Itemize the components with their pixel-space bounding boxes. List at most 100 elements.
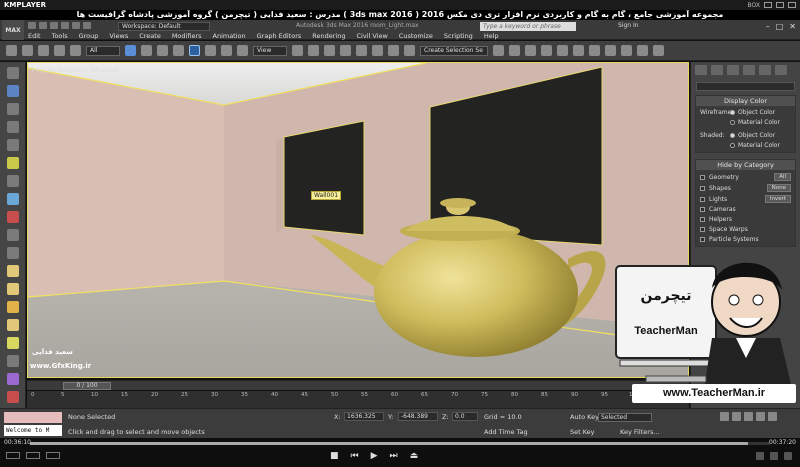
- y-coordinate-field[interactable]: -648.389: [398, 412, 438, 421]
- search-input[interactable]: Type a keyword or phrase: [480, 22, 576, 31]
- sign-in-link[interactable]: Sign In: [618, 22, 639, 29]
- volume-icon[interactable]: [756, 452, 764, 460]
- helpers-icon[interactable]: [6, 283, 19, 295]
- close-icon[interactable]: ✕: [789, 22, 796, 31]
- rectangular-selection-icon[interactable]: [157, 45, 168, 56]
- edit-named-selection-icon[interactable]: [404, 45, 415, 56]
- menu-views[interactable]: Views: [109, 32, 128, 40]
- go-to-end-icon[interactable]: [768, 412, 777, 421]
- menu-create[interactable]: Create: [139, 32, 161, 40]
- menu-modifiers[interactable]: Modifiers: [172, 32, 202, 40]
- wireframe-option-1[interactable]: Wireframe: Object Color: [700, 109, 791, 116]
- track-bar[interactable]: 0 5 10 15 20 25 30 35 40 45 50 55 60 65 …: [27, 391, 689, 408]
- redo-arrow-icon[interactable]: [22, 45, 33, 56]
- eject-icon[interactable]: ⏏: [410, 451, 419, 461]
- category-shapes[interactable]: Shapes None: [700, 184, 791, 192]
- rendered-frame-window-icon[interactable]: [621, 45, 632, 56]
- next-frame-icon[interactable]: [756, 412, 765, 421]
- perspective-viewport[interactable]: [+] [Perspective] [Shaded] Wall001: [27, 62, 689, 378]
- motion-tab-icon[interactable]: [743, 65, 755, 75]
- graphite-ribbon-icon[interactable]: [541, 45, 552, 56]
- curve-editor-icon[interactable]: [557, 45, 568, 56]
- layer-explorer-icon[interactable]: [525, 45, 536, 56]
- play-icon[interactable]: ▶: [371, 451, 378, 461]
- snaps-toggle-icon[interactable]: [340, 45, 351, 56]
- menu-tools[interactable]: Tools: [52, 32, 68, 40]
- maximize-icon[interactable]: [776, 2, 784, 8]
- bones-icon[interactable]: [6, 319, 19, 331]
- radio-icon[interactable]: [730, 133, 735, 138]
- pivot-center-icon[interactable]: [292, 45, 303, 56]
- hide-by-category-title[interactable]: Hide by Category: [696, 160, 795, 170]
- reference-coordinate-dropdown[interactable]: View: [253, 45, 287, 56]
- unlink-icon[interactable]: [54, 45, 65, 56]
- containers-icon[interactable]: [6, 391, 19, 403]
- select-filter-icon[interactable]: [6, 85, 19, 97]
- geometry-icon[interactable]: [6, 193, 19, 205]
- shapes-icon[interactable]: [6, 265, 19, 277]
- z-coordinate-field[interactable]: 0.0: [452, 412, 478, 421]
- select-by-name-icon[interactable]: [141, 45, 152, 56]
- checkbox[interactable]: [700, 217, 705, 222]
- cameras-icon[interactable]: [6, 211, 19, 223]
- hierarchy-tab-icon[interactable]: [727, 65, 739, 75]
- 3d-icon[interactable]: [46, 452, 60, 459]
- hide-icon[interactable]: [6, 247, 19, 259]
- shaded-option-1[interactable]: Shaded: Object Color: [700, 132, 791, 139]
- material-editor-icon[interactable]: [589, 45, 600, 56]
- fullscreen-icon[interactable]: [770, 452, 778, 460]
- checkbox[interactable]: [700, 207, 705, 212]
- wireframe-option-2[interactable]: Material Color: [700, 119, 791, 126]
- close-icon[interactable]: [788, 2, 796, 8]
- time-slider-track[interactable]: 0 / 100: [27, 380, 689, 390]
- checkbox[interactable]: [700, 196, 705, 202]
- display-influences-icon[interactable]: [6, 139, 19, 151]
- radio-icon[interactable]: [730, 120, 735, 125]
- menu-edit[interactable]: Edit: [28, 32, 41, 40]
- select-and-place-icon[interactable]: [237, 45, 248, 56]
- select-manipulate-icon[interactable]: [308, 45, 319, 56]
- menu-help[interactable]: Help: [484, 32, 499, 40]
- redo-icon[interactable]: [72, 22, 80, 29]
- mirror-icon[interactable]: [493, 45, 504, 56]
- previous-frame-icon[interactable]: [732, 412, 741, 421]
- display-color-title[interactable]: Display Color: [696, 96, 795, 106]
- set-key-button[interactable]: Set Key: [570, 428, 595, 436]
- scene-explorer-icon[interactable]: [6, 67, 19, 79]
- lights-icon[interactable]: [6, 157, 19, 169]
- undo-arrow-icon[interactable]: [6, 45, 17, 56]
- maxscript-listener[interactable]: [4, 412, 62, 423]
- modify-tab-icon[interactable]: [711, 65, 723, 75]
- groups-icon[interactable]: [6, 373, 19, 385]
- checkbox[interactable]: [700, 185, 705, 191]
- angle-snap-icon[interactable]: [356, 45, 367, 56]
- max-application-button[interactable]: MAX: [2, 20, 24, 40]
- playlist-icon[interactable]: [6, 452, 20, 459]
- render-iterative-icon[interactable]: [653, 45, 664, 56]
- checkbox[interactable]: [700, 174, 705, 180]
- display-none-icon[interactable]: [6, 103, 19, 115]
- shaded-option-2[interactable]: Material Color: [700, 142, 791, 149]
- select-and-link-icon[interactable]: [38, 45, 49, 56]
- menu-graph-editors[interactable]: Graph Editors: [257, 32, 302, 40]
- menu-scripting[interactable]: Scripting: [444, 32, 473, 40]
- schematic-view-icon[interactable]: [573, 45, 584, 56]
- layer-icon[interactable]: [6, 355, 19, 367]
- object-name-field[interactable]: [696, 82, 795, 91]
- category-lights[interactable]: Lights Invert: [700, 195, 791, 203]
- menu-civil-view[interactable]: Civil View: [356, 32, 387, 40]
- create-tab-icon[interactable]: [695, 65, 707, 75]
- time-slider[interactable]: 0 / 100: [63, 382, 111, 390]
- none-button[interactable]: None: [766, 184, 791, 192]
- window-crossing-icon[interactable]: [173, 45, 184, 56]
- play-icon[interactable]: [744, 412, 753, 421]
- restore-icon[interactable]: □: [776, 22, 784, 31]
- freeze-icon[interactable]: [6, 229, 19, 241]
- project-folder-icon[interactable]: [83, 22, 91, 29]
- display-children-icon[interactable]: [6, 121, 19, 133]
- category-geometry[interactable]: Geometry All: [700, 173, 791, 181]
- selection-filter-dropdown[interactable]: All: [86, 45, 120, 56]
- radio-icon[interactable]: [730, 110, 735, 115]
- auto-key-button[interactable]: Auto Key: [570, 413, 599, 421]
- category-cameras[interactable]: Cameras: [700, 206, 791, 213]
